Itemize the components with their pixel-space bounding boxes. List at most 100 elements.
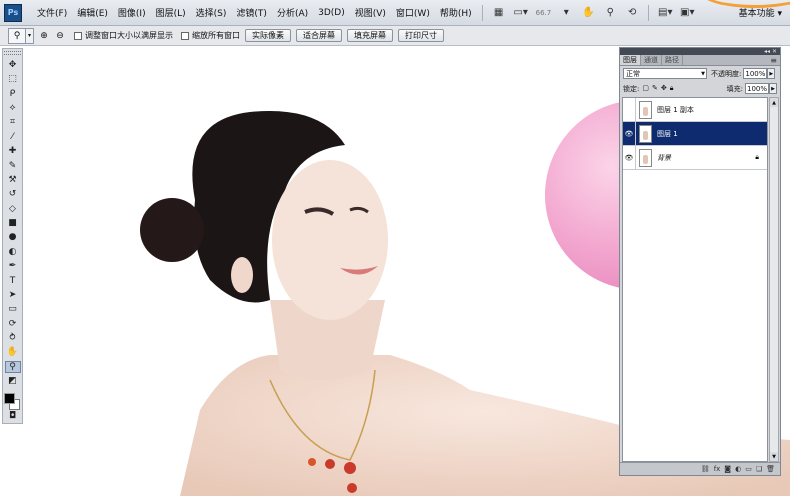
necklace-bead [325, 459, 335, 469]
default-colors-icon[interactable]: ◩ [5, 375, 21, 387]
color-swatches[interactable] [4, 392, 21, 410]
path-select-tool-icon[interactable]: ➤ [5, 289, 21, 301]
rotate-icon[interactable]: ⟲ [624, 6, 640, 20]
checkbox-box[interactable] [74, 31, 82, 40]
eyedropper-tool-icon[interactable]: ⁄ [5, 131, 21, 143]
resize-windows-label: 调整窗口大小以满屏显示 [85, 31, 173, 40]
menu-analysis[interactable]: 分析(A) [272, 6, 313, 19]
menu-select[interactable]: 选择(S) [191, 6, 232, 19]
lock-all-icon[interactable]: 🔒︎ [670, 84, 674, 93]
zoom-in-icon[interactable]: ⊕ [38, 30, 50, 42]
layer-row-selected[interactable]: 👁︎ 图层 1 [623, 121, 767, 146]
print-size-button[interactable]: 打印尺寸 [398, 29, 444, 42]
pen-tool-icon[interactable]: ✒ [5, 260, 21, 272]
quick-select-tool-icon[interactable]: ⟡ [5, 102, 21, 114]
tab-layers[interactable]: 图层 [620, 55, 641, 65]
layer-name: 图层 1 [657, 129, 678, 138]
actual-pixels-button[interactable]: 实际像素 [245, 29, 291, 42]
layer-row-copy[interactable]: 图层 1 副本 [623, 97, 767, 122]
checkbox-box[interactable] [181, 31, 189, 40]
zoom-tool-icon[interactable]: ⚲ [4, 360, 21, 374]
zoom-all-windows-label: 缩放所有窗口 [192, 31, 240, 40]
3d-orbit-tool-icon[interactable]: ⥁ [5, 332, 21, 344]
adjustment-layer-icon[interactable]: ◐ [735, 465, 741, 473]
link-layers-icon[interactable]: ⛓ [701, 465, 710, 473]
menu-separator [648, 4, 650, 21]
workspace-label: 基本功能 [738, 9, 775, 19]
tab-channels[interactable]: 通道 [641, 55, 662, 65]
toolbox-grip[interactable] [4, 51, 21, 55]
menu-edit[interactable]: 编辑(E) [72, 6, 113, 19]
menu-bar: Ps 文件(F) 编辑(E) 图像(I) 图层(L) 选择(S) 滤镜(T) 分… [0, 0, 790, 26]
arrange-icon[interactable]: ▤▾ [657, 6, 673, 20]
move-tool-icon[interactable]: ✥ [5, 59, 21, 71]
lock-transparency-icon[interactable]: ▢ [642, 84, 649, 93]
menu-3d[interactable]: 3D(D) [313, 8, 350, 18]
screen-mode-icon[interactable]: ▭▾ [513, 6, 529, 20]
opacity-field[interactable]: 100% [743, 68, 768, 79]
fill-slider-arrow-icon[interactable]: ▶ [769, 83, 777, 94]
new-layer-icon[interactable]: ❏ [756, 465, 762, 473]
layer-row-background[interactable]: 👁︎ 背景 🔒︎ [623, 145, 767, 170]
foreground-color-swatch[interactable] [4, 392, 15, 404]
type-tool-icon[interactable]: T [5, 274, 21, 286]
layer-name: 图层 1 副本 [657, 105, 694, 114]
tool-preset-dropdown[interactable]: ▾ [26, 27, 34, 44]
menu-window[interactable]: 窗口(W) [391, 6, 435, 19]
group-icon[interactable]: ▭ [745, 465, 752, 473]
lasso-tool-icon[interactable]: ᑭ [5, 88, 21, 100]
healing-tool-icon[interactable]: ✚ [5, 145, 21, 157]
layers-scrollbar[interactable]: ▲ ▼ [769, 97, 779, 462]
lock-position-icon[interactable]: ✥ [661, 84, 667, 93]
fx-icon[interactable]: fx [714, 465, 721, 473]
gradient-tool-icon[interactable]: ■ [5, 217, 21, 229]
clone-stamp-tool-icon[interactable]: ⚒ [5, 174, 21, 186]
menu-filter[interactable]: 滤镜(T) [231, 6, 272, 19]
crop-tool-icon[interactable]: ⌗ [5, 116, 21, 128]
shape-tool-icon[interactable]: ▭ [5, 303, 21, 315]
lock-pixels-icon[interactable]: ✎ [652, 84, 658, 93]
resize-windows-checkbox[interactable]: 调整窗口大小以满屏显示 [74, 30, 173, 41]
history-brush-tool-icon[interactable]: ↺ [5, 188, 21, 200]
zoom-tool-preset-icon[interactable]: ⚲ [8, 27, 26, 44]
zoom-icon[interactable]: ⚲ [602, 6, 618, 20]
fill-field[interactable]: 100% [745, 83, 769, 94]
opacity-slider-arrow-icon[interactable]: ▶ [767, 68, 776, 79]
quick-mask-icon[interactable]: ◘ [5, 410, 21, 422]
panel-menu-icon[interactable]: ≡ [770, 56, 777, 65]
menu-separator [481, 4, 483, 21]
extras-icon[interactable]: ▣▾ [679, 6, 695, 20]
hand-tool-icon[interactable]: ✋ [5, 346, 21, 358]
marquee-tool-icon[interactable]: ⬚ [5, 73, 21, 85]
hand-icon[interactable]: ✋ [580, 6, 596, 20]
menu-help[interactable]: 帮助(H) [435, 6, 477, 19]
menu-image[interactable]: 图像(I) [113, 6, 151, 19]
fill-screen-button[interactable]: 填充屏幕 [347, 29, 393, 42]
zoom-all-windows-checkbox[interactable]: 缩放所有窗口 [181, 30, 240, 41]
panel-titlebar[interactable]: ◂◂ ✕ [620, 48, 780, 55]
3d-rotate-tool-icon[interactable]: ⟳ [5, 318, 21, 330]
menu-file[interactable]: 文件(F) [32, 6, 72, 19]
visibility-toggle-off[interactable] [623, 97, 636, 122]
eye-icon[interactable]: 👁︎ [623, 121, 636, 146]
eraser-tool-icon[interactable]: ◇ [5, 203, 21, 215]
lock-label: 锁定: [623, 84, 640, 93]
menu-layer[interactable]: 图层(L) [151, 6, 191, 19]
delete-layer-icon[interactable]: 🗑︎ [766, 465, 775, 473]
scroll-up-icon[interactable]: ▲ [770, 98, 778, 107]
bridge-icon[interactable]: ▦ [491, 6, 507, 20]
zoom-out-icon[interactable]: ⊖ [54, 30, 66, 42]
fit-screen-button[interactable]: 适合屏幕 [296, 29, 342, 42]
zoom-dropdown-icon[interactable]: ▾ [558, 6, 574, 20]
blend-mode-select[interactable]: 正常 [623, 68, 707, 79]
eye-icon[interactable]: 👁︎ [623, 145, 636, 170]
tab-paths[interactable]: 路径 [662, 55, 683, 65]
add-mask-icon[interactable]: ◙ [724, 465, 731, 473]
brush-tool-icon[interactable]: ✎ [5, 159, 21, 171]
zoom-level[interactable]: 66.7 [532, 9, 556, 17]
dodge-tool-icon[interactable]: ◐ [5, 246, 21, 258]
menu-view[interactable]: 视图(V) [350, 6, 391, 19]
blur-tool-icon[interactable]: ● [5, 231, 21, 243]
workspace-switcher[interactable]: 基本功能 ▾ [735, 6, 786, 19]
scroll-down-icon[interactable]: ▼ [770, 452, 778, 461]
